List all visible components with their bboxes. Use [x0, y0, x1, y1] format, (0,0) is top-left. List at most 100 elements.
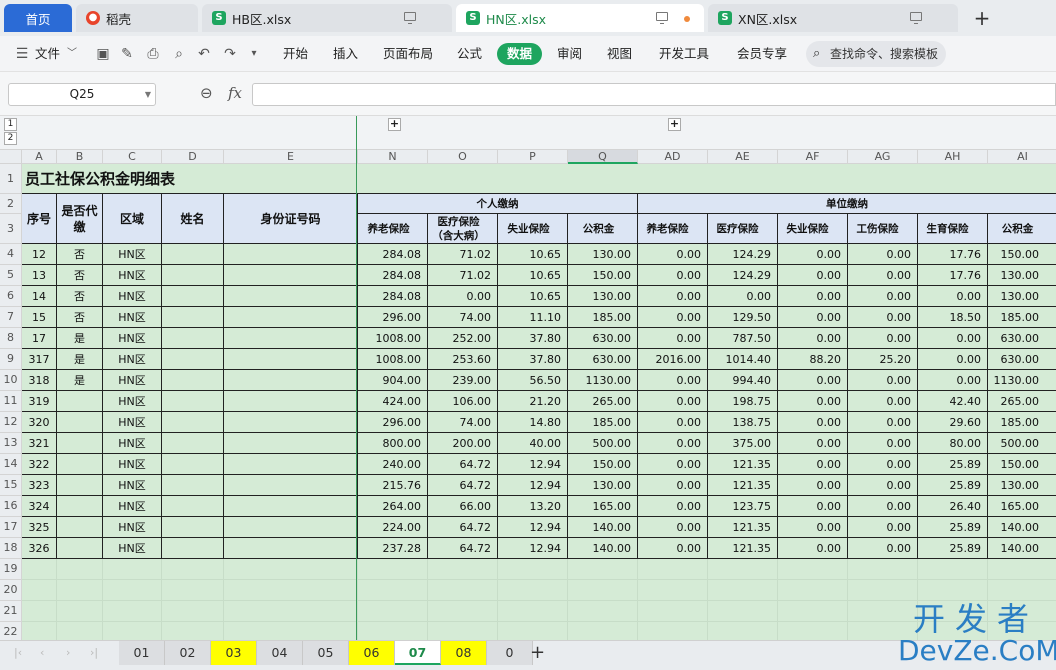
- zoom-icon[interactable]: ⊖: [200, 84, 213, 102]
- table-cell[interactable]: 0.00: [918, 286, 988, 307]
- table-cell[interactable]: 56.50: [498, 370, 568, 391]
- sheet-tab-08[interactable]: 08: [441, 641, 487, 665]
- table-cell[interactable]: 29.60: [918, 412, 988, 433]
- table-cell[interactable]: 25.89: [918, 454, 988, 475]
- formula-input[interactable]: [252, 83, 1056, 106]
- table-cell[interactable]: 323: [22, 475, 57, 496]
- table-cell[interactable]: 64.72: [428, 517, 498, 538]
- sheet-tab-06[interactable]: 06: [349, 641, 395, 665]
- table-cell[interactable]: 13.20: [498, 496, 568, 517]
- sheet-tab-0[interactable]: 0: [487, 641, 533, 665]
- table-cell[interactable]: 321: [22, 433, 57, 454]
- table-cell[interactable]: 0.00: [848, 328, 918, 349]
- table-cell[interactable]: 0.00: [638, 475, 708, 496]
- empty-cell[interactable]: [224, 580, 358, 601]
- table-cell[interactable]: 0.00: [848, 265, 918, 286]
- empty-cell[interactable]: [638, 559, 708, 580]
- empty-cell[interactable]: [848, 559, 918, 580]
- column-header-C[interactable]: C: [103, 150, 162, 164]
- empty-cell[interactable]: [103, 580, 162, 601]
- empty-cell[interactable]: [22, 559, 57, 580]
- table-cell[interactable]: HN区: [103, 412, 162, 433]
- empty-cell[interactable]: [778, 580, 848, 601]
- empty-cell[interactable]: [778, 622, 848, 640]
- table-cell[interactable]: 12.94: [498, 517, 568, 538]
- table-cell[interactable]: 71.02: [428, 244, 498, 265]
- add-sheet-button[interactable]: +: [530, 641, 545, 665]
- table-cell[interactable]: 0.00: [778, 307, 848, 328]
- table-cell[interactable]: 252.00: [428, 328, 498, 349]
- table-cell[interactable]: 121.35: [708, 475, 778, 496]
- table-cell[interactable]: 0.00: [778, 286, 848, 307]
- column-header-AF[interactable]: AF: [778, 150, 848, 164]
- empty-cell[interactable]: [428, 622, 498, 640]
- table-cell[interactable]: [224, 244, 358, 265]
- table-cell[interactable]: 25.89: [918, 475, 988, 496]
- table-cell[interactable]: [162, 412, 224, 433]
- table-cell[interactable]: 787.50: [708, 328, 778, 349]
- table-cell[interactable]: 130.00: [568, 244, 638, 265]
- table-cell[interactable]: [162, 370, 224, 391]
- table-cell[interactable]: 322: [22, 454, 57, 475]
- table-cell[interactable]: [162, 475, 224, 496]
- table-cell[interactable]: HN区: [103, 391, 162, 412]
- table-cell[interactable]: 129.50: [708, 307, 778, 328]
- next-sheet-icon[interactable]: ›: [66, 646, 70, 659]
- table-cell[interactable]: 0.00: [638, 454, 708, 475]
- row-header[interactable]: 5: [0, 265, 22, 286]
- table-cell[interactable]: 25.89: [918, 538, 988, 559]
- table-cell[interactable]: 198.75: [708, 391, 778, 412]
- menu-start[interactable]: 开始: [283, 36, 308, 72]
- table-cell[interactable]: 13: [22, 265, 57, 286]
- empty-cell[interactable]: [22, 622, 57, 640]
- table-cell[interactable]: 630.00: [988, 349, 1056, 370]
- redo-icon[interactable]: ↷: [222, 46, 238, 62]
- table-cell[interactable]: 0.00: [848, 412, 918, 433]
- table-cell[interactable]: 21.20: [498, 391, 568, 412]
- column-header-D[interactable]: D: [162, 150, 224, 164]
- table-cell[interactable]: 630.00: [568, 349, 638, 370]
- table-cell[interactable]: 320: [22, 412, 57, 433]
- table-cell[interactable]: 0.00: [638, 286, 708, 307]
- sheet-tab-07[interactable]: 07: [395, 641, 441, 665]
- table-cell[interactable]: 265.00: [988, 391, 1056, 412]
- table-cell[interactable]: 500.00: [988, 433, 1056, 454]
- table-cell[interactable]: 318: [22, 370, 57, 391]
- table-cell[interactable]: 0.00: [918, 349, 988, 370]
- empty-cell[interactable]: [224, 601, 358, 622]
- table-cell[interactable]: 25.20: [848, 349, 918, 370]
- column-header-AI[interactable]: AI: [988, 150, 1056, 164]
- table-cell[interactable]: 1014.40: [708, 349, 778, 370]
- tab-hb-file[interactable]: S HB区.xlsx: [202, 4, 452, 32]
- command-search[interactable]: ⌕ 查找命令、搜索模板: [806, 41, 946, 67]
- empty-cell[interactable]: [162, 622, 224, 640]
- table-cell[interactable]: HN区: [103, 265, 162, 286]
- table-cell[interactable]: 0.00: [848, 244, 918, 265]
- table-cell[interactable]: [224, 475, 358, 496]
- empty-cell[interactable]: [988, 580, 1056, 601]
- table-cell[interactable]: 424.00: [358, 391, 428, 412]
- empty-cell[interactable]: [103, 622, 162, 640]
- empty-cell[interactable]: [708, 622, 778, 640]
- table-cell[interactable]: 224.00: [358, 517, 428, 538]
- tab-hn-file[interactable]: S HN区.xlsx: [456, 4, 704, 32]
- empty-cell[interactable]: [638, 601, 708, 622]
- column-header-B[interactable]: B: [57, 150, 103, 164]
- table-cell[interactable]: 18.50: [918, 307, 988, 328]
- table-cell[interactable]: [224, 307, 358, 328]
- table-cell[interactable]: 15: [22, 307, 57, 328]
- table-cell[interactable]: 0.00: [638, 265, 708, 286]
- table-cell[interactable]: 121.35: [708, 538, 778, 559]
- table-cell[interactable]: 0.00: [638, 433, 708, 454]
- table-cell[interactable]: 0.00: [848, 454, 918, 475]
- outline-level-button[interactable]: 1: [4, 118, 17, 131]
- monitor-icon[interactable]: [404, 12, 416, 24]
- menu-developer[interactable]: 开发工具: [659, 36, 709, 72]
- table-cell[interactable]: 0.00: [428, 286, 498, 307]
- table-cell[interactable]: 是: [57, 370, 103, 391]
- table-cell[interactable]: 130.00: [568, 475, 638, 496]
- table-cell[interactable]: 150.00: [988, 454, 1056, 475]
- table-cell[interactable]: HN区: [103, 328, 162, 349]
- table-cell[interactable]: 296.00: [358, 412, 428, 433]
- table-cell[interactable]: 0.00: [778, 265, 848, 286]
